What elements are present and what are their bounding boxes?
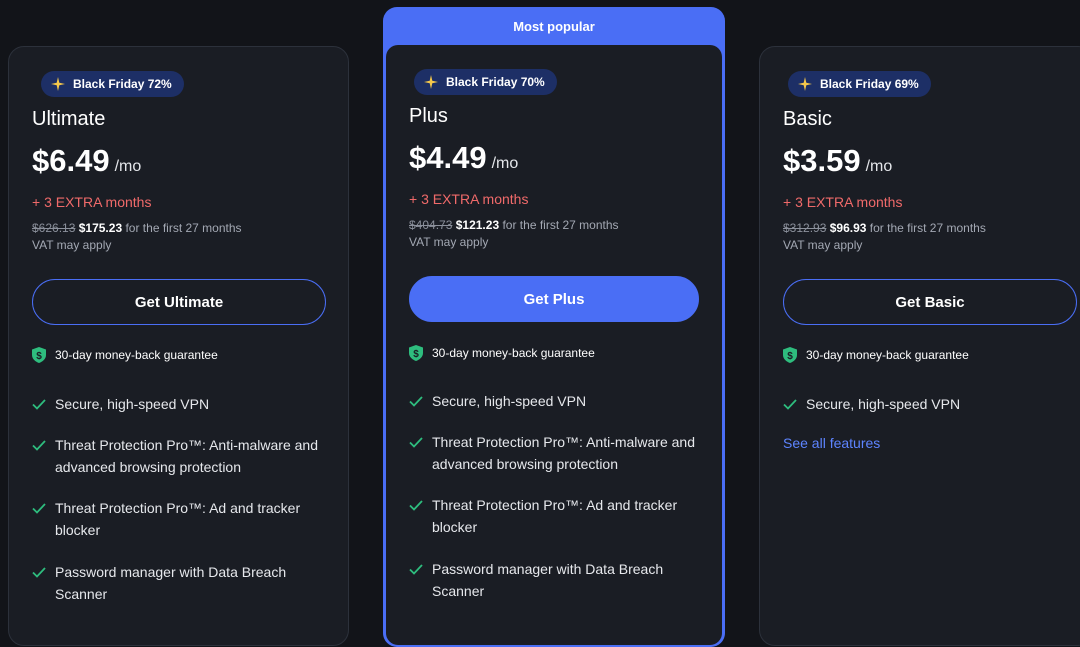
- price-period: /mo: [865, 158, 893, 175]
- money-back-guarantee: $ 30-day money-back guarantee: [32, 347, 218, 363]
- old-price: $404.73: [409, 218, 453, 232]
- svg-text:$: $: [413, 349, 419, 360]
- vat-note: VAT may apply: [32, 238, 112, 252]
- price: $3.59 /mo: [783, 143, 892, 179]
- billing-terms: $404.73 $121.23 for the first 27 months …: [409, 217, 619, 251]
- terms-text: for the first 27 months: [502, 218, 619, 232]
- new-price: $175.23: [78, 221, 123, 235]
- check-icon: [32, 440, 46, 451]
- terms-text: for the first 27 months: [869, 221, 986, 235]
- feature-item: Threat Protection Pro™: Ad and tracker b…: [32, 497, 332, 541]
- vat-note: VAT may apply: [409, 235, 489, 249]
- check-icon: [32, 503, 46, 514]
- plan-card-plus: Black Friday 70% Plus $4.49 /mo + 3 EXTR…: [386, 45, 722, 645]
- shield-dollar-icon: $: [32, 347, 46, 363]
- see-all-features-link[interactable]: See all features: [783, 435, 880, 451]
- discount-badge: Black Friday 70%: [414, 69, 557, 95]
- price-period: /mo: [491, 155, 519, 172]
- money-back-guarantee: $ 30-day money-back guarantee: [783, 347, 969, 363]
- check-icon: [409, 564, 423, 575]
- check-icon: [32, 399, 46, 410]
- feature-item: Threat Protection Pro™: Ad and tracker b…: [409, 494, 709, 538]
- billing-terms: $312.93 $96.93 for the first 27 months V…: [783, 220, 986, 254]
- feature-item: Secure, high-speed VPN: [32, 393, 209, 415]
- get-plus-button[interactable]: Get Plus: [409, 276, 699, 322]
- feature-item: Password manager with Data Breach Scanne…: [409, 558, 709, 602]
- badge-text: Black Friday 70%: [446, 75, 545, 89]
- shield-dollar-icon: $: [783, 347, 797, 363]
- price-amount: $3.59: [783, 143, 861, 178]
- badge-text: Black Friday 72%: [73, 77, 172, 91]
- sparkle-icon: [798, 77, 812, 91]
- most-popular-label: Most popular: [513, 19, 595, 34]
- price-period: /mo: [114, 158, 142, 175]
- plan-name: Ultimate: [32, 108, 106, 130]
- shield-dollar-icon: $: [409, 345, 423, 361]
- check-icon: [409, 500, 423, 511]
- sparkle-icon: [51, 77, 65, 91]
- extra-months: + 3 EXTRA months: [409, 191, 529, 207]
- check-icon: [32, 567, 46, 578]
- feature-item: Threat Protection Pro™: Anti-malware and…: [409, 431, 709, 475]
- svg-text:$: $: [787, 351, 793, 362]
- vat-note: VAT may apply: [783, 238, 863, 252]
- feature-item: Threat Protection Pro™: Anti-malware and…: [32, 434, 332, 478]
- badge-text: Black Friday 69%: [820, 77, 919, 91]
- new-price: $96.93: [829, 221, 867, 235]
- feature-item: Password manager with Data Breach Scanne…: [32, 561, 332, 605]
- discount-badge: Black Friday 69%: [788, 71, 931, 97]
- get-basic-button[interactable]: Get Basic: [783, 279, 1077, 325]
- old-price: $312.93: [783, 221, 827, 235]
- billing-terms: $626.13 $175.23 for the first 27 months …: [32, 220, 242, 254]
- feature-item: Secure, high-speed VPN: [783, 393, 960, 415]
- plan-card-ultimate: Black Friday 72% Ultimate $6.49 /mo + 3 …: [8, 46, 349, 646]
- svg-text:$: $: [36, 351, 42, 362]
- check-icon: [783, 399, 797, 410]
- money-back-guarantee: $ 30-day money-back guarantee: [409, 345, 595, 361]
- price-amount: $4.49: [409, 140, 487, 175]
- plan-card-basic: Black Friday 69% Basic $3.59 /mo + 3 EXT…: [759, 46, 1080, 646]
- new-price: $121.23: [455, 218, 500, 232]
- feature-item: Secure, high-speed VPN: [409, 390, 586, 412]
- old-price: $626.13: [32, 221, 76, 235]
- extra-months: + 3 EXTRA months: [783, 194, 903, 210]
- price: $4.49 /mo: [409, 140, 518, 176]
- plan-name: Plus: [409, 105, 448, 127]
- check-icon: [409, 396, 423, 407]
- get-ultimate-button[interactable]: Get Ultimate: [32, 279, 326, 325]
- plan-name: Basic: [783, 108, 832, 130]
- terms-text: for the first 27 months: [125, 221, 242, 235]
- discount-badge: Black Friday 72%: [41, 71, 184, 97]
- price: $6.49 /mo: [32, 143, 141, 179]
- extra-months: + 3 EXTRA months: [32, 194, 152, 210]
- price-amount: $6.49: [32, 143, 110, 178]
- check-icon: [409, 437, 423, 448]
- sparkle-icon: [424, 75, 438, 89]
